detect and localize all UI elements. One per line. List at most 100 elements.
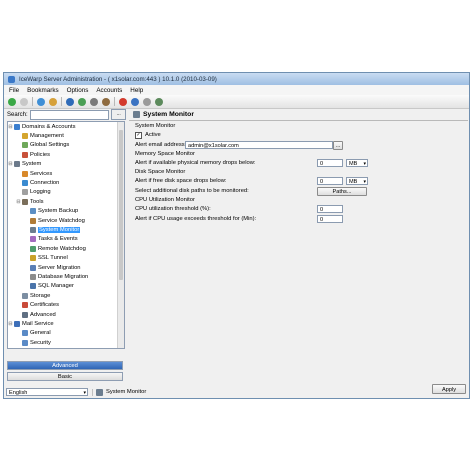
memory-threshold-field[interactable]: 0 xyxy=(317,159,343,167)
collapse-icon[interactable]: ⊟ xyxy=(8,124,13,130)
globe-icon[interactable] xyxy=(66,97,74,106)
tree-node[interactable]: SQL Manager xyxy=(8,282,124,291)
menu-bookmarks[interactable]: Bookmarks xyxy=(27,87,59,94)
tree-node[interactable]: ⊟ Domains & Accounts xyxy=(8,122,124,131)
chevron-down-icon: ▾ xyxy=(363,179,366,185)
menu-help[interactable]: Help xyxy=(130,87,143,94)
search-label: Search: xyxy=(7,111,28,118)
advanced-mode-button[interactable]: Advanced xyxy=(7,361,123,370)
language-select[interactable]: English ▾ xyxy=(6,388,88,396)
tree-node[interactable]: Server Migration xyxy=(8,263,124,272)
tree-node-label: Tasks & Events xyxy=(38,236,78,243)
tree-node[interactable]: General xyxy=(8,329,124,338)
tree-node[interactable]: Policies xyxy=(8,150,124,159)
tree-node-label: Database Migration xyxy=(38,273,89,280)
paths-button[interactable]: Paths... xyxy=(317,187,367,196)
active-checkbox[interactable]: ✓ xyxy=(135,131,142,139)
tree-node[interactable]: Remote Watchdog xyxy=(8,244,124,253)
memory-unit-value: MB xyxy=(349,161,358,167)
tree-node-icon xyxy=(30,217,36,224)
tree-node-label: Service Watchdog xyxy=(38,217,85,224)
search-input[interactable] xyxy=(29,109,110,120)
menu-accounts[interactable]: Accounts xyxy=(96,87,122,94)
toolbar xyxy=(4,95,469,109)
tree-node[interactable]: Global Settings xyxy=(8,141,124,150)
collapse-icon[interactable]: ⊟ xyxy=(16,199,21,205)
tree-node-icon xyxy=(30,208,36,215)
disk-threshold-field[interactable]: 0 xyxy=(317,177,343,185)
paths-label: Select additional disk paths to be monit… xyxy=(135,188,249,194)
tree-node[interactable]: ⊟ Mail Service xyxy=(8,319,124,328)
menu-bar: File Bookmarks Options Accounts Help xyxy=(4,85,469,95)
title-bar: IceWarp Server Administration - ( x1sola… xyxy=(4,73,469,85)
tree-node-label: SSL Tunnel xyxy=(38,255,68,262)
tree-node[interactable]: ⊟ System xyxy=(8,160,124,169)
refresh-icon[interactable] xyxy=(37,97,45,106)
connect-icon[interactable] xyxy=(78,97,86,106)
settings-icon[interactable] xyxy=(143,97,151,106)
tree-node-label: Remote Watchdog xyxy=(38,245,86,252)
tree-node[interactable]: System Monitor xyxy=(8,225,124,234)
active-row: ✓ Active xyxy=(129,130,468,140)
menu-file[interactable]: File xyxy=(9,87,19,94)
back-icon[interactable] xyxy=(8,97,16,106)
tree-node-label: Security xyxy=(30,339,51,346)
tree-node-icon xyxy=(22,170,28,177)
collapse-icon[interactable]: ⊟ xyxy=(8,161,13,167)
tree-node[interactable]: Service Watchdog xyxy=(8,216,124,225)
tree-node[interactable]: Advanced xyxy=(8,310,124,319)
tree-node-icon xyxy=(14,123,20,130)
cpu-threshold-field[interactable]: 0 xyxy=(317,205,343,213)
tree-node-icon xyxy=(22,339,28,346)
chevron-down-icon: ▾ xyxy=(83,390,86,396)
tree-node[interactable]: Security xyxy=(8,338,124,347)
tree-node[interactable]: ⊟ Tools xyxy=(8,197,124,206)
tree-node[interactable]: Logging xyxy=(8,188,124,197)
disk-unit-select[interactable]: MB ▾ xyxy=(346,177,368,185)
tree-node[interactable]: Database Migration xyxy=(8,272,124,281)
email-browse-button[interactable]: ... xyxy=(333,141,343,150)
search-button[interactable]: ... xyxy=(111,109,126,120)
tree-node[interactable]: Tasks & Events xyxy=(8,235,124,244)
tree-node[interactable]: Services xyxy=(8,169,124,178)
content-pane: System Monitor System Monitor ✓ Active A… xyxy=(129,109,468,397)
system-monitor-icon xyxy=(96,388,103,396)
memory-row: Alert if available physical memory drops… xyxy=(129,158,468,168)
scrollbar-thumb[interactable] xyxy=(119,130,123,280)
tree-node[interactable]: Certificates xyxy=(8,300,124,309)
collapse-icon[interactable]: ⊟ xyxy=(8,321,13,327)
tree-node[interactable]: Management xyxy=(8,131,124,140)
folder-icon[interactable] xyxy=(49,97,57,106)
status-panel: System Monitor xyxy=(92,388,146,396)
memory-unit-select[interactable]: MB ▾ xyxy=(346,159,368,167)
system-monitor-icon xyxy=(133,111,140,118)
tree-node-label: System Monitor xyxy=(38,226,81,233)
tree-node-icon xyxy=(22,311,28,318)
tree-node-icon xyxy=(22,292,28,299)
forward-icon[interactable] xyxy=(20,97,28,106)
tree-node-label: Policies xyxy=(30,151,50,158)
email-field[interactable]: admin@x1solar.com xyxy=(185,141,333,149)
tree-node[interactable]: Storage xyxy=(8,291,124,300)
language-value: English xyxy=(9,390,28,396)
disk-section: Disk Space Monitor xyxy=(135,169,186,175)
tree-node[interactable]: Connection xyxy=(8,178,124,187)
toolbar-separator xyxy=(114,97,115,106)
tree-node-label: Mail Service xyxy=(22,320,54,327)
monitor-icon[interactable] xyxy=(102,97,110,106)
key-icon[interactable] xyxy=(155,97,163,106)
basic-mode-button[interactable]: Basic xyxy=(7,372,123,381)
main-window: IceWarp Server Administration - ( x1sola… xyxy=(3,72,470,399)
tree-node[interactable]: System Backup xyxy=(8,207,124,216)
tree-node-label: Domains & Accounts xyxy=(22,123,76,130)
user-icon[interactable] xyxy=(90,97,98,106)
tree-scrollbar[interactable] xyxy=(117,122,124,348)
stop-icon[interactable] xyxy=(119,97,127,106)
tree-node-icon xyxy=(30,283,36,290)
panel-header: System Monitor xyxy=(129,109,468,121)
search-row: Search: ... xyxy=(4,109,126,120)
tree-node[interactable]: SSL Tunnel xyxy=(8,253,124,262)
mail-icon[interactable] xyxy=(131,97,139,106)
cpu-time-field[interactable]: 0 xyxy=(317,215,343,223)
menu-options[interactable]: Options xyxy=(67,87,89,94)
